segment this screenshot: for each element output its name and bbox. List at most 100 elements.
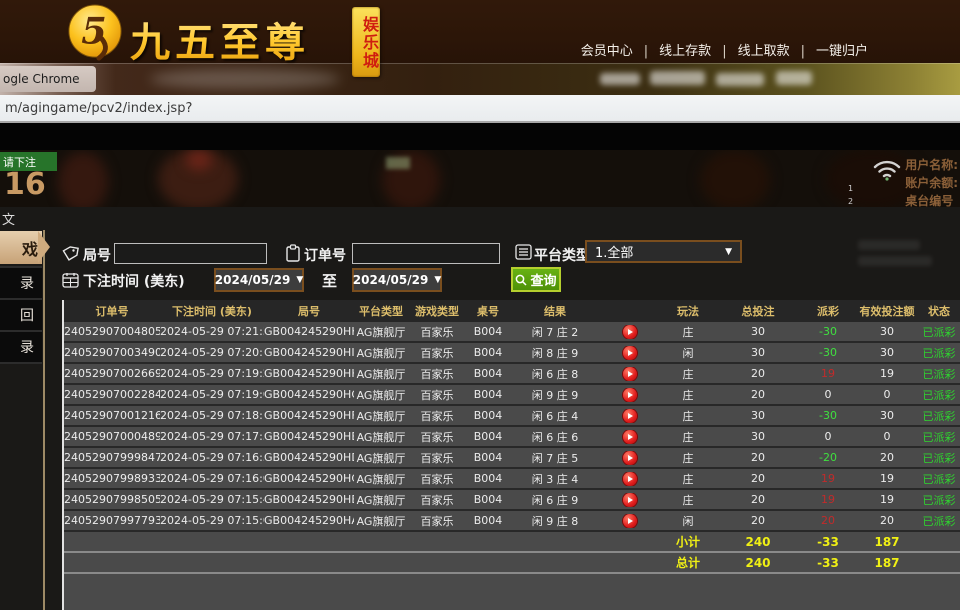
play-icon	[628, 518, 633, 524]
play-button[interactable]	[623, 325, 637, 339]
cell-platform: AG旗舰厅	[354, 429, 408, 445]
sidebar-fragment: 文	[2, 209, 15, 228]
cell-table-no: B004	[466, 325, 510, 338]
brand-name: 九五至尊	[130, 10, 310, 68]
play-button[interactable]	[623, 514, 637, 528]
window-title-text: ogle Chrome	[0, 72, 80, 86]
cell-status: 已派彩	[918, 471, 960, 487]
cell-play-method: 庄	[660, 492, 716, 508]
cell-order: 240529070048053	[64, 325, 160, 338]
seat-markers: 1 2	[848, 182, 853, 207]
cell-order: 240529079985059	[64, 493, 160, 506]
table-row: 240529070022842 2024-05-29 07:19:05 GB00…	[64, 385, 960, 406]
date-to-select[interactable]: 2024/05/29 ▼	[352, 268, 442, 292]
address-bar[interactable]: m/agingame/pcv2/index.jsp?	[0, 95, 960, 123]
nav-link[interactable]: 一键归户	[816, 40, 868, 59]
cell-platform: AG旗舰厅	[354, 408, 408, 424]
cell-status: 已派彩	[918, 408, 960, 424]
cell-replay	[600, 388, 660, 402]
play-button[interactable]	[623, 388, 637, 402]
cell-play-method: 庄	[660, 324, 716, 340]
play-button[interactable]	[623, 493, 637, 507]
cell-play-method: 闲	[660, 345, 716, 361]
nav-link[interactable]: 会员中心	[581, 40, 659, 59]
nav-link[interactable]: 线上存款	[659, 40, 737, 59]
cell-status: 已派彩	[918, 492, 960, 508]
table-row: 240529070012166 2024-05-29 07:18:11 GB00…	[64, 406, 960, 427]
cell-payout: -20	[800, 451, 856, 464]
brand-badge: 娱乐城	[352, 7, 380, 77]
cell-result: 闲 6 庄 4	[510, 408, 600, 424]
cell-payout: -30	[800, 346, 856, 359]
table-row: 240529079985059 2024-05-29 07:15:48 GB00…	[64, 490, 960, 511]
cell-status: 已派彩	[918, 324, 960, 340]
cell-game-type: 百家乐	[408, 345, 466, 361]
col-header: 玩法	[660, 303, 716, 319]
play-button[interactable]	[623, 451, 637, 465]
sidebar-item[interactable]: 回	[0, 298, 42, 330]
order-input[interactable]	[352, 243, 500, 264]
nav-link[interactable]: 线上取款	[738, 40, 816, 59]
col-header: 派彩	[800, 303, 856, 319]
scoreboard-glow	[386, 157, 410, 169]
cell-table-no: B004	[466, 472, 510, 485]
cell-total-bet: 20	[716, 514, 800, 527]
cell-replay	[600, 409, 660, 423]
cell-table-no: B004	[466, 451, 510, 464]
play-icon	[628, 497, 633, 503]
cell-bet-time: 2024-05-29 07:20:15	[160, 346, 264, 359]
round-input[interactable]	[114, 243, 267, 264]
play-button[interactable]	[623, 346, 637, 360]
sidebar-item-active[interactable]: 戏	[0, 231, 42, 264]
cell-payout: -30	[800, 409, 856, 422]
cell-round: GB004245290HB	[264, 493, 354, 506]
cell-valid-bet: 30	[856, 325, 918, 338]
cell-play-method: 庄	[660, 387, 716, 403]
subtotal-label: 小计	[660, 533, 716, 550]
cell-table-no: B004	[466, 367, 510, 380]
cell-round: GB004245290HC	[264, 472, 354, 485]
cell-table-no: B004	[466, 430, 510, 443]
cell-platform: AG旗舰厅	[354, 492, 408, 508]
sidebar-item[interactable]: 录	[0, 266, 42, 298]
cell-platform: AG旗舰厅	[354, 324, 408, 340]
cell-platform: AG旗舰厅	[354, 345, 408, 361]
play-icon	[628, 392, 633, 398]
cell-payout: 0	[800, 430, 856, 443]
bet-records-table: 订单号 下注时间 (美东) 局号 平台类型 游戏类型 桌号 结果 玩法 总投注 …	[62, 300, 960, 610]
cell-payout: 19	[800, 493, 856, 506]
platform-select[interactable]: 1.全部 ▼	[585, 240, 742, 263]
date-from-select[interactable]: 2024/05/29 ▼	[214, 268, 304, 292]
sidebar-menu: 录回录	[0, 266, 42, 364]
cell-valid-bet: 19	[856, 472, 918, 485]
cell-bet-time: 2024-05-29 07:19:05	[160, 388, 264, 401]
col-header: 平台类型	[354, 303, 408, 319]
cell-total-bet: 30	[716, 430, 800, 443]
play-button[interactable]	[623, 409, 637, 423]
cell-valid-bet: 20	[856, 514, 918, 527]
cell-result: 闲 7 庄 5	[510, 450, 600, 466]
browser-window-title: ogle Chrome	[0, 66, 96, 92]
play-button[interactable]	[623, 472, 637, 486]
cell-valid-bet: 19	[856, 367, 918, 380]
play-button[interactable]	[623, 367, 637, 381]
search-button[interactable]: 查询	[511, 267, 561, 292]
cell-total-bet: 20	[716, 451, 800, 464]
sidebar-item[interactable]: 录	[0, 330, 42, 364]
date-from-value: 2024/05/29	[215, 273, 291, 287]
countdown-timer: 16	[4, 167, 46, 202]
blurred-text	[776, 71, 812, 85]
play-icon	[628, 413, 633, 419]
cell-replay	[600, 367, 660, 381]
blurred-figure	[58, 152, 108, 207]
user-info-line: 账户余额:	[905, 174, 958, 192]
blurred-text	[650, 71, 705, 85]
col-header: 订单号	[64, 303, 160, 319]
cell-valid-bet: 19	[856, 493, 918, 506]
play-button[interactable]	[623, 430, 637, 444]
date-to-value: 2024/05/29	[353, 273, 429, 287]
cell-result: 闲 9 庄 9	[510, 387, 600, 403]
col-header: 游戏类型	[408, 303, 466, 319]
cell-total-bet: 30	[716, 325, 800, 338]
col-header: 下注时间 (美东)	[160, 303, 264, 319]
